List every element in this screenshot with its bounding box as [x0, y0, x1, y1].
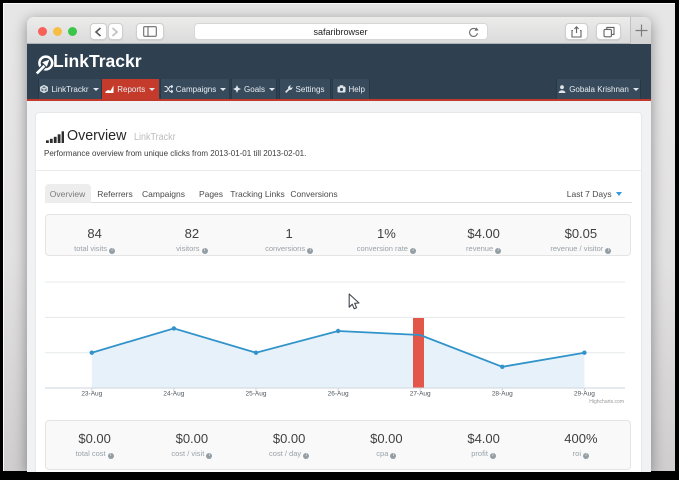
- svg-text:27-Aug: 27-Aug: [410, 390, 431, 397]
- svg-text:29-Aug: 29-Aug: [574, 390, 595, 397]
- svg-text:Highcharts.com: Highcharts.com: [589, 399, 624, 405]
- svg-text:28-Aug: 28-Aug: [492, 390, 513, 397]
- svg-text:25-Aug: 25-Aug: [246, 390, 267, 397]
- svg-text:26-Aug: 26-Aug: [328, 390, 349, 397]
- svg-text:23-Aug: 23-Aug: [81, 390, 102, 397]
- svg-text:24-Aug: 24-Aug: [163, 390, 184, 397]
